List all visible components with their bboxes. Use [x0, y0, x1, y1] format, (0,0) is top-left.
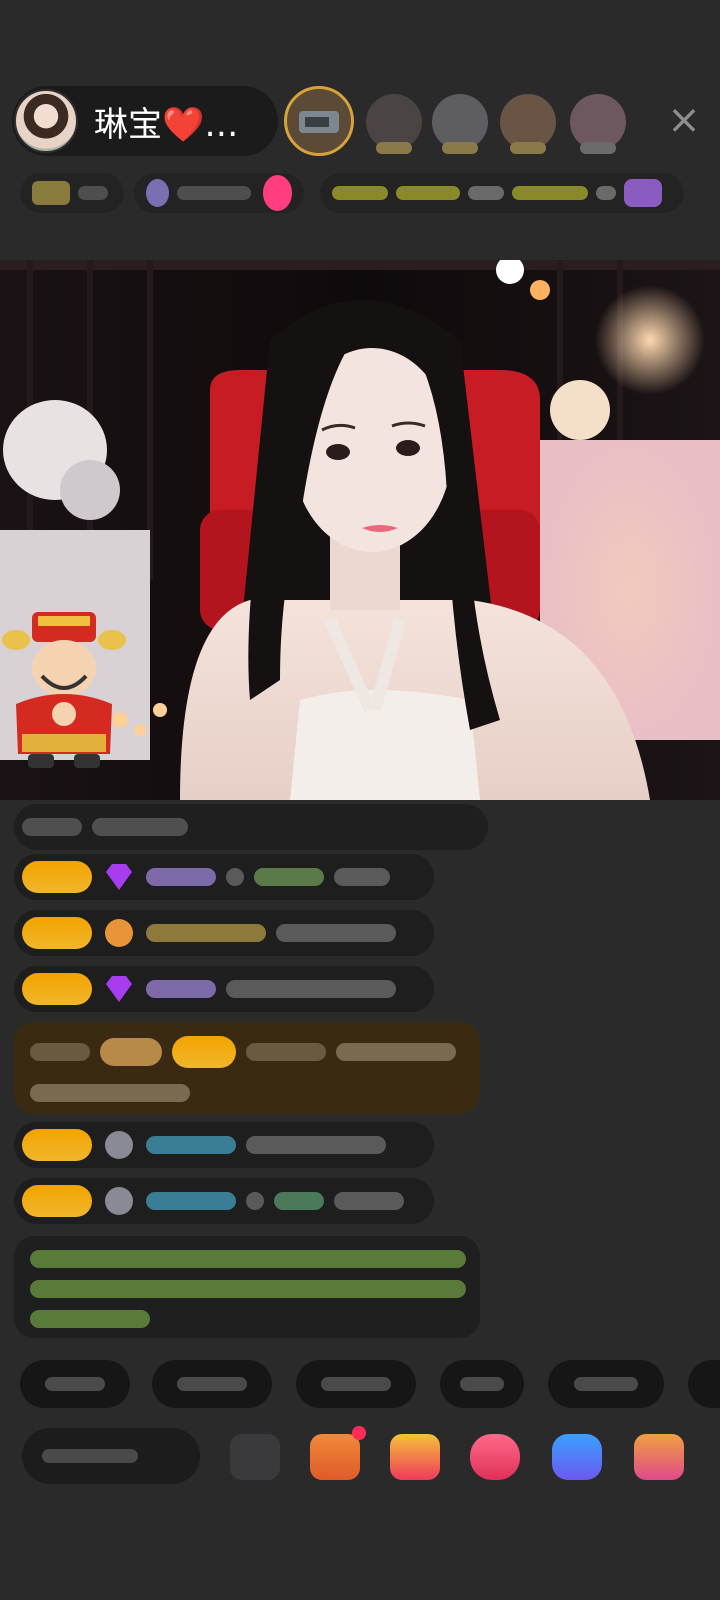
- diamond-icon: [106, 976, 132, 1002]
- popularity-text: [176, 186, 251, 200]
- gift-icon[interactable]: [634, 1434, 684, 1480]
- chat-text: [276, 924, 396, 942]
- viewer-rank-tag: [580, 142, 616, 154]
- diamond-icon: [106, 864, 132, 890]
- scrolling-banner[interactable]: [320, 173, 684, 213]
- viewer-avatar-image: [299, 111, 339, 133]
- level-badge: [22, 861, 92, 893]
- heart-gift-icon[interactable]: [470, 1434, 520, 1480]
- chat-message[interactable]: [14, 804, 488, 850]
- notification-dot: [352, 1426, 366, 1440]
- viewer-rank-tag: [376, 142, 412, 154]
- heart-icon: [262, 175, 292, 211]
- popularity-icon: [146, 179, 169, 207]
- vip-text: [30, 1043, 90, 1061]
- quick-reply-chip[interactable]: [152, 1360, 272, 1408]
- host-info-pill[interactable]: 琳宝❤️…: [12, 86, 278, 156]
- chat-username: [146, 1192, 236, 1210]
- notice-text: [30, 1250, 466, 1268]
- fortune-god-sticker-image: [2, 612, 126, 768]
- level-badge: [22, 917, 92, 949]
- quick-reply-chip[interactable]: [20, 1360, 130, 1408]
- chat-text: [246, 1136, 386, 1154]
- comment-placeholder: [42, 1449, 138, 1463]
- quick-reply-chip[interactable]: [548, 1360, 664, 1408]
- chat-text: [254, 868, 324, 886]
- level-badge: [172, 1036, 236, 1068]
- gift-box-icon[interactable]: [310, 1426, 366, 1480]
- level-badge: [22, 1185, 92, 1217]
- fan-badge-icon: [105, 919, 133, 947]
- vip-badge: [100, 1038, 162, 1066]
- level-badge: [22, 973, 92, 1005]
- host-avatar[interactable]: [14, 89, 78, 153]
- quick-reply-text: [574, 1377, 638, 1391]
- viewer-rank-tag: [510, 142, 546, 154]
- chat-message[interactable]: [14, 854, 434, 900]
- top-viewer-avatar-2[interactable]: [366, 94, 422, 154]
- chat-text: [334, 868, 390, 886]
- chat-text: [226, 980, 396, 998]
- quick-reply-text: [45, 1377, 105, 1391]
- quick-reply-chip[interactable]: [688, 1360, 720, 1408]
- notice-text: [30, 1310, 150, 1328]
- rank-text: [78, 186, 108, 200]
- chat-text: [226, 868, 244, 886]
- level-badge: [22, 1129, 92, 1161]
- vip-entry-message[interactable]: [14, 1022, 480, 1114]
- chat-username: [146, 924, 266, 942]
- chat-text: [22, 818, 82, 836]
- quick-reply-chip[interactable]: [296, 1360, 416, 1408]
- chat-text: [274, 1192, 324, 1210]
- viewer-rank-tag: [442, 142, 478, 154]
- close-icon[interactable]: ×: [664, 100, 704, 140]
- banner-text-1: [332, 186, 388, 200]
- fan-badge-icon: [105, 1187, 133, 1215]
- banner-text-3: [468, 186, 504, 200]
- top-viewer-avatar-4[interactable]: [500, 94, 556, 154]
- host-name: 琳宝❤️…: [94, 104, 239, 145]
- quick-reply-text: [460, 1377, 504, 1391]
- quick-reply-text: [321, 1377, 391, 1391]
- chat-message[interactable]: [14, 1178, 434, 1224]
- rank-chip[interactable]: [20, 173, 124, 213]
- top-viewer-avatar-3[interactable]: [432, 94, 488, 154]
- live-info-bar: [20, 170, 692, 216]
- chat-text: [246, 1192, 264, 1210]
- chat-username: [146, 1136, 236, 1154]
- chat-username: [146, 868, 216, 886]
- comment-input[interactable]: [22, 1428, 200, 1484]
- quick-reply-chip[interactable]: [440, 1360, 524, 1408]
- chat-username: [146, 980, 216, 998]
- chat-message[interactable]: [14, 966, 434, 1012]
- fan-badge-icon: [105, 1131, 133, 1159]
- game-icon[interactable]: [552, 1434, 602, 1480]
- notice-text: [30, 1280, 466, 1298]
- chat-text: [334, 1192, 404, 1210]
- vip-text: [336, 1043, 456, 1061]
- chat-text: [92, 818, 188, 836]
- mascot-sticker[interactable]: [2, 604, 126, 774]
- popularity-chip[interactable]: [134, 173, 304, 213]
- emoji-icon[interactable]: [230, 1434, 280, 1480]
- vip-text: [246, 1043, 326, 1061]
- vip-text: [30, 1084, 190, 1102]
- chat-message[interactable]: [14, 910, 434, 956]
- banner-icon: [624, 179, 662, 207]
- top-viewer-avatar-1[interactable]: [284, 86, 354, 156]
- banner-text-2: [396, 186, 460, 200]
- quick-reply-text: [177, 1377, 247, 1391]
- rank-icon: [32, 181, 70, 205]
- banner-text-4: [512, 186, 588, 200]
- system-notice: [14, 1236, 480, 1338]
- red-packet-icon[interactable]: [390, 1434, 440, 1480]
- banner-text-5: [596, 186, 616, 200]
- top-viewer-avatar-5[interactable]: [570, 94, 626, 154]
- chat-message[interactable]: [14, 1122, 434, 1168]
